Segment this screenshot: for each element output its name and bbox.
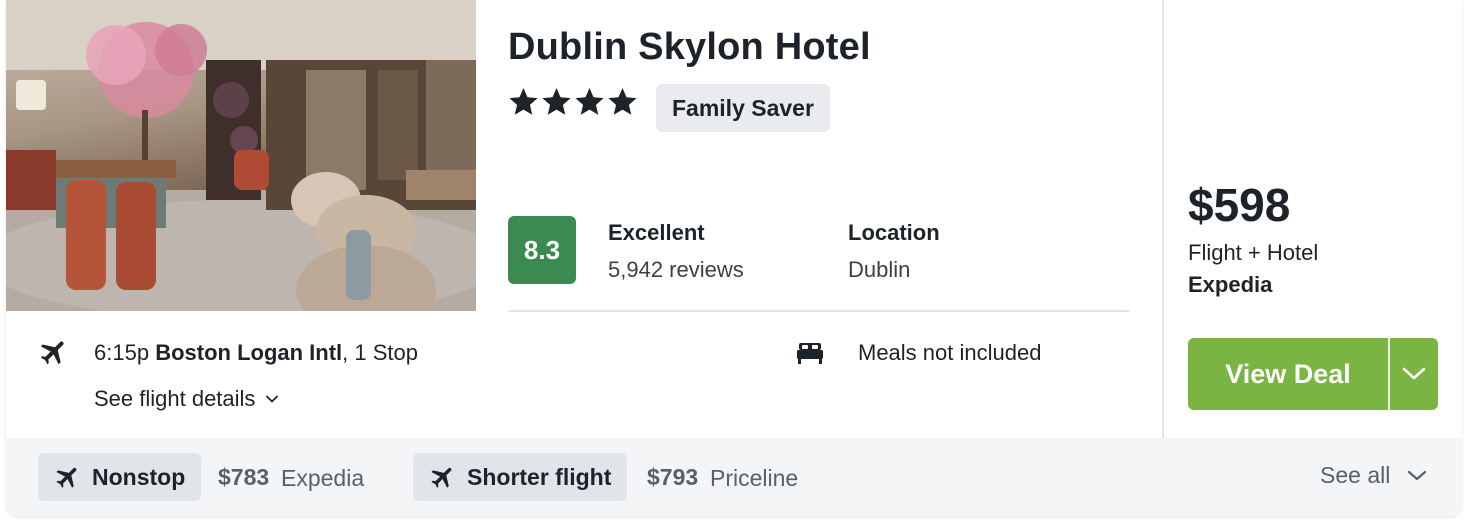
see-flight-details-label: See flight details — [94, 386, 256, 411]
shorter-flight-price[interactable]: $793 — [647, 464, 698, 491]
package-price: $598 — [1188, 179, 1291, 231]
view-deal-button-group: View Deal — [1188, 338, 1438, 410]
section-divider — [508, 310, 1130, 312]
star-icon — [575, 87, 604, 115]
more-deals-dropdown-button[interactable] — [1390, 338, 1438, 410]
star-icon — [509, 87, 538, 115]
see-all-button[interactable]: See all — [1320, 462, 1428, 489]
shorter-flight-chip[interactable]: Shorter flight — [413, 453, 628, 501]
chevron-down-icon — [266, 395, 279, 403]
nonstop-price[interactable]: $783 — [218, 464, 269, 491]
provider-name: Expedia — [1188, 272, 1273, 297]
nonstop-chip[interactable]: Nonstop — [38, 453, 202, 501]
location-value: Dublin — [848, 257, 911, 282]
review-count[interactable]: 5,942 reviews — [608, 257, 744, 283]
shorter-flight-provider: Priceline — [710, 465, 799, 491]
departure-time: 6:15p — [94, 340, 150, 365]
hotel-photo[interactable] — [6, 0, 476, 311]
see-all-label: See all — [1320, 462, 1391, 488]
star-rating — [508, 86, 638, 117]
alternatives-bar: Nonstop $783 Expedia Shorter flight $793… — [6, 438, 1462, 516]
chevron-down-icon — [1402, 367, 1426, 380]
hotel-result-card: Dublin Skylon Hotel Family Saver 8.3 Exc… — [6, 0, 1462, 516]
airplane-icon — [56, 467, 77, 488]
location-label: Location — [848, 220, 940, 245]
chip-label: Nonstop — [92, 463, 186, 490]
package-type: Flight + Hotel — [1188, 240, 1319, 265]
bed-icon — [797, 343, 823, 364]
airplane-icon — [40, 341, 64, 365]
stop-count: , 1 Stop — [342, 340, 418, 365]
chip-label: Shorter flight — [467, 463, 612, 490]
departure-airport: Boston Logan Intl — [155, 340, 343, 365]
airplane-icon — [431, 467, 452, 488]
family-saver-badge: Family Saver — [656, 84, 830, 132]
see-flight-details-link[interactable]: See flight details — [94, 386, 279, 412]
star-icon — [608, 87, 637, 115]
hotel-name[interactable]: Dublin Skylon Hotel — [508, 26, 871, 69]
meals-info: Meals not included — [858, 340, 1042, 365]
flight-summary: 6:15p Boston Logan Intl, 1 Stop — [94, 340, 418, 366]
star-icon — [542, 87, 571, 115]
review-score: 8.3 — [508, 216, 576, 284]
view-deal-button[interactable]: View Deal — [1188, 338, 1388, 410]
nonstop-provider: Expedia — [281, 465, 365, 491]
price-column-divider — [1162, 0, 1164, 438]
chevron-down-icon — [1408, 470, 1427, 480]
rating-label: Excellent — [608, 220, 705, 245]
